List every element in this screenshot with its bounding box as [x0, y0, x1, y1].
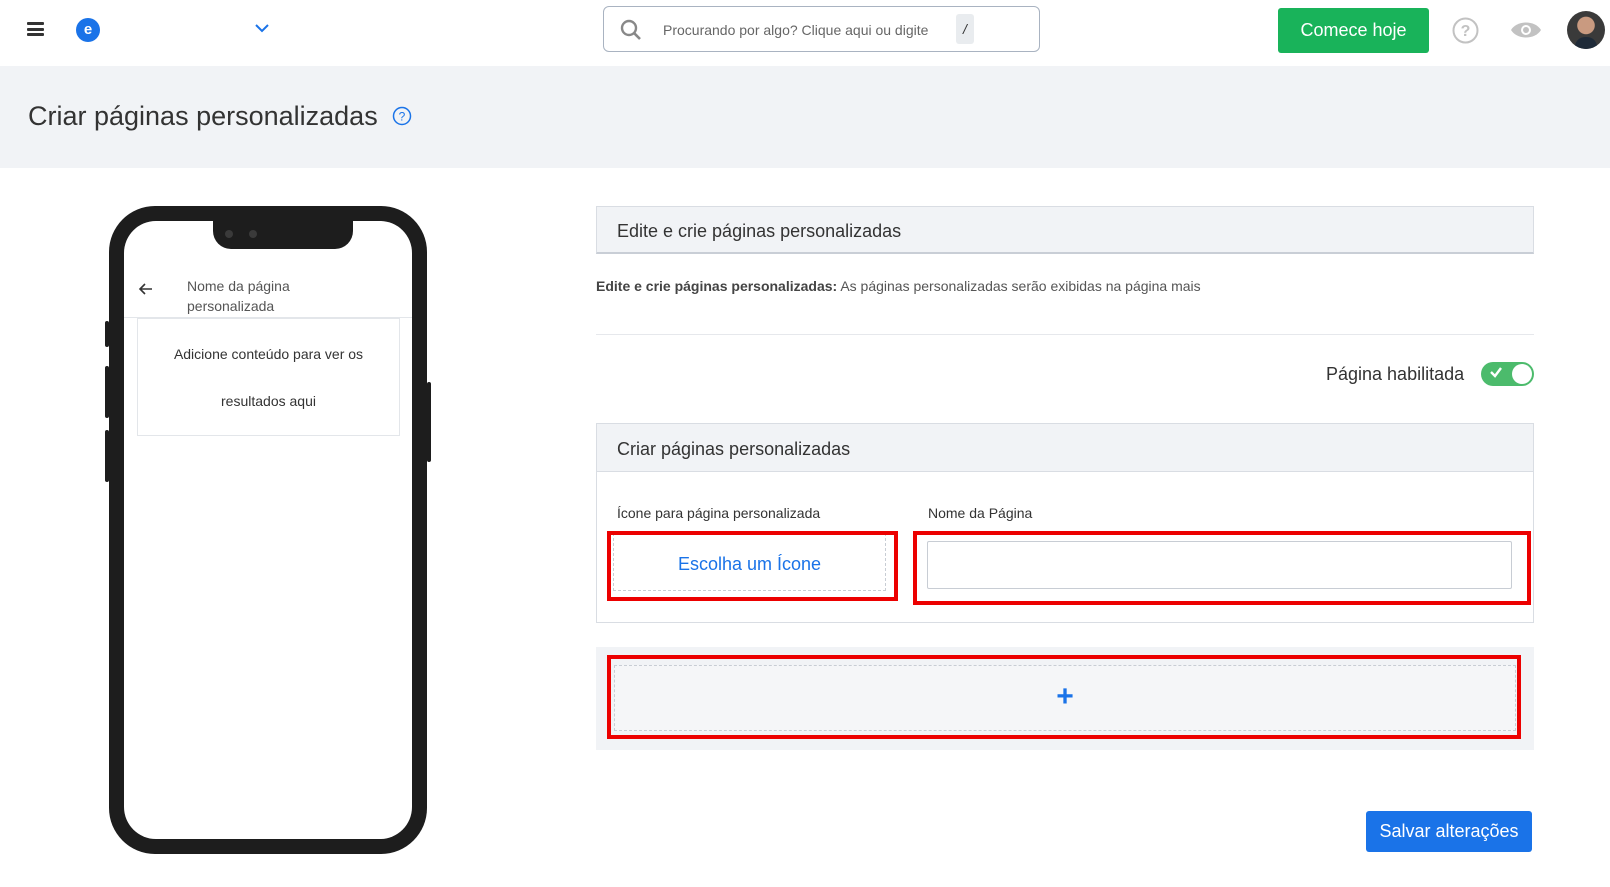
phone-content-line: Adicione conteúdo para ver os: [173, 346, 364, 362]
search-box[interactable]: Procurando por algo? Clique aqui ou digi…: [603, 6, 1040, 52]
icon-field-label: Ícone para página personalizada: [617, 505, 821, 521]
phone-notch: [213, 221, 353, 249]
add-page-button[interactable]: +: [614, 665, 1516, 731]
edit-pages-panel-header: Edite e crie páginas personalizadas: [596, 206, 1534, 254]
phone-preview: Nome da página personalizada Adicione co…: [105, 206, 431, 854]
svg-text:?: ?: [1461, 23, 1471, 40]
choose-icon-button[interactable]: Escolha um Ícone: [613, 533, 886, 591]
create-pages-panel: Criar páginas personalizadas Ícone para …: [596, 423, 1534, 623]
edit-pages-title: Edite e crie páginas personalizadas: [617, 221, 902, 241]
menu-icon[interactable]: [27, 22, 44, 36]
phone-content-line: resultados aqui: [221, 393, 316, 409]
page-title: Criar páginas personalizadas: [28, 101, 378, 131]
page-enabled-label: Página habilitada: [1326, 364, 1465, 384]
page-name-input[interactable]: [927, 541, 1512, 589]
edit-pages-description: Edite e crie páginas personalizadas: As …: [596, 278, 1201, 294]
save-changes-button[interactable]: Salvar alterações: [1366, 811, 1532, 852]
add-page-zone: +: [596, 647, 1534, 750]
page-header: Criar páginas personalizadas ?: [0, 66, 1610, 168]
chevron-down-icon[interactable]: [254, 20, 270, 36]
user-avatar[interactable]: [1567, 11, 1605, 49]
choose-icon-label: Escolha um Ícone: [677, 554, 822, 574]
app-logo[interactable]: e: [76, 18, 100, 42]
search-placeholder: Procurando por algo? Clique aqui ou digi…: [663, 22, 929, 38]
plus-icon: +: [1056, 680, 1074, 713]
phone-screen: Nome da página personalizada Adicione co…: [124, 221, 412, 839]
check-icon: [1490, 367, 1502, 378]
svg-text:?: ?: [399, 110, 406, 124]
top-bar: e Procurando por algo? Clique aqui ou di…: [0, 0, 1610, 66]
create-pages-panel-header: Criar páginas personalizadas: [597, 424, 1533, 472]
divider: [596, 334, 1534, 335]
description-bold: Edite e crie páginas personalizadas:: [596, 278, 838, 294]
phone-content-placeholder: Adicione conteúdo para ver os resultados…: [137, 318, 400, 436]
help-icon[interactable]: ?: [1452, 17, 1479, 44]
phone-page-name: Nome da página personalizada: [187, 278, 290, 314]
page-name-label: Nome da Página: [928, 505, 1033, 521]
page-enabled-toggle[interactable]: [1481, 362, 1534, 386]
help-circle-icon[interactable]: ?: [392, 106, 412, 126]
phone-header: Nome da página personalizada: [124, 271, 412, 318]
description-text: As páginas personalizadas serão exibidas…: [837, 278, 1201, 294]
search-icon: [620, 19, 641, 40]
eye-icon[interactable]: [1510, 19, 1542, 41]
start-today-button[interactable]: Comece hoje: [1278, 8, 1429, 53]
back-arrow-icon[interactable]: [138, 281, 154, 297]
create-pages-title: Criar páginas personalizadas: [617, 439, 851, 459]
search-shortcut-key: /: [956, 14, 974, 44]
